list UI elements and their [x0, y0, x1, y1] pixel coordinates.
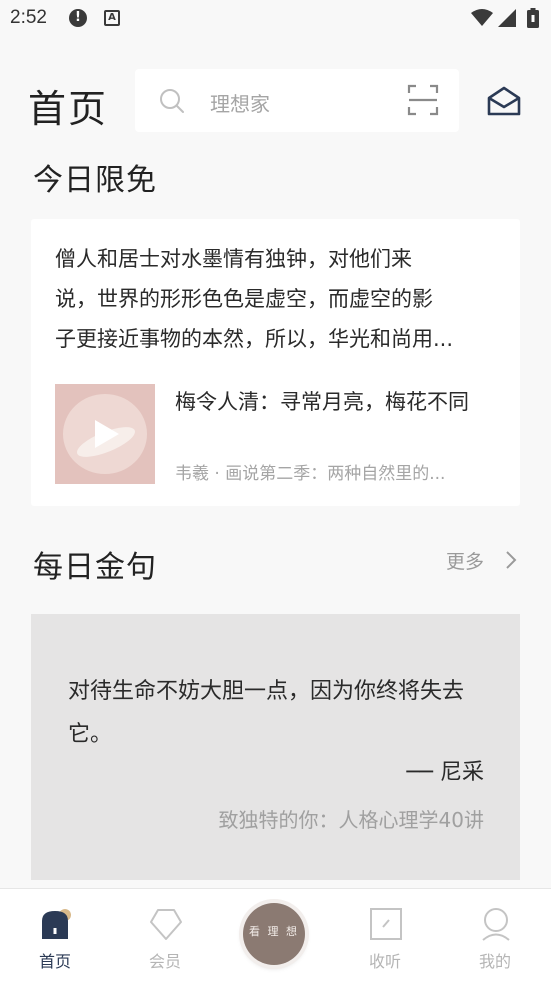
nav-profile[interactable]: 我的 [455, 889, 535, 981]
search-placeholder: 理想家 [210, 92, 270, 116]
free-section-title: 今日限免 [33, 163, 157, 198]
free-excerpt: 僧人和居士对水墨情有独钟，对他们来 说，世界的形形色色是虚空，而虚空的影 子更接… [55, 239, 495, 359]
scan-icon[interactable] [407, 84, 439, 116]
nav-label: 会员 [148, 952, 181, 971]
nav-home[interactable]: 首页 [15, 889, 95, 981]
excerpt-line: 僧人和居士对水墨情有独钟，对他们来 [55, 247, 412, 271]
quote-author: ── 尼采 [406, 760, 484, 785]
nav-listen[interactable]: 收听 [345, 889, 425, 981]
mail-icon[interactable] [486, 84, 522, 118]
diamond-icon [150, 909, 182, 940]
page-title: 首页 [28, 87, 109, 131]
search-icon [160, 89, 184, 113]
search-bar[interactable]: 理想家 [135, 69, 459, 132]
nav-member[interactable]: 会员 [125, 889, 205, 981]
alert-icon: ! [69, 9, 87, 27]
quote-text: 对待生命不妨大胆一点，因为你终将失去它。 [68, 679, 465, 747]
status-time: 2:52 [10, 7, 47, 28]
center-logo-label: 看 理 想 [249, 925, 299, 938]
excerpt-line: 子更接近事物的本然，所以，华光和尚用... [55, 327, 454, 351]
chevron-right-icon[interactable] [504, 549, 518, 571]
excerpt-line: 说，世界的形形色色是虚空，而虚空的影 [55, 287, 433, 311]
item-subtitle: 韦羲 · 画说第二季：两种自然里的... [175, 464, 446, 484]
bottom-nav: 首页 会员 看 理 想 收听 我的 [0, 888, 551, 981]
home-icon [42, 909, 71, 939]
profile-icon [482, 908, 510, 941]
item-thumbnail[interactable] [55, 384, 155, 484]
nav-label: 首页 [38, 952, 71, 971]
battery-icon [527, 8, 539, 28]
more-link[interactable]: 更多 [446, 547, 484, 574]
center-logo-button[interactable]: 看 理 想 [243, 903, 305, 965]
a-icon: A [104, 10, 120, 26]
free-card[interactable]: 僧人和居士对水墨情有独钟，对他们来 说，世界的形形色色是虚空，而虚空的影 子更接… [31, 219, 520, 506]
nav-label: 收听 [368, 952, 401, 971]
signal-icon [498, 9, 516, 27]
item-title[interactable]: 梅令人清：寻常月亮，梅花不同 [175, 385, 485, 419]
quote-section-title: 每日金句 [33, 550, 157, 585]
play-icon[interactable] [95, 420, 119, 448]
listen-icon [370, 908, 402, 940]
nav-label: 我的 [478, 952, 511, 971]
status-bar: 2:52 ! A [0, 0, 551, 38]
quote-card[interactable]: 对待生命不妨大胆一点，因为你终将失去它。 ── 尼采 致独特的你：人格心理学40… [31, 614, 520, 880]
wifi-icon [471, 9, 493, 26]
quote-source[interactable]: 致独特的你：人格心理学40讲 [219, 804, 484, 833]
